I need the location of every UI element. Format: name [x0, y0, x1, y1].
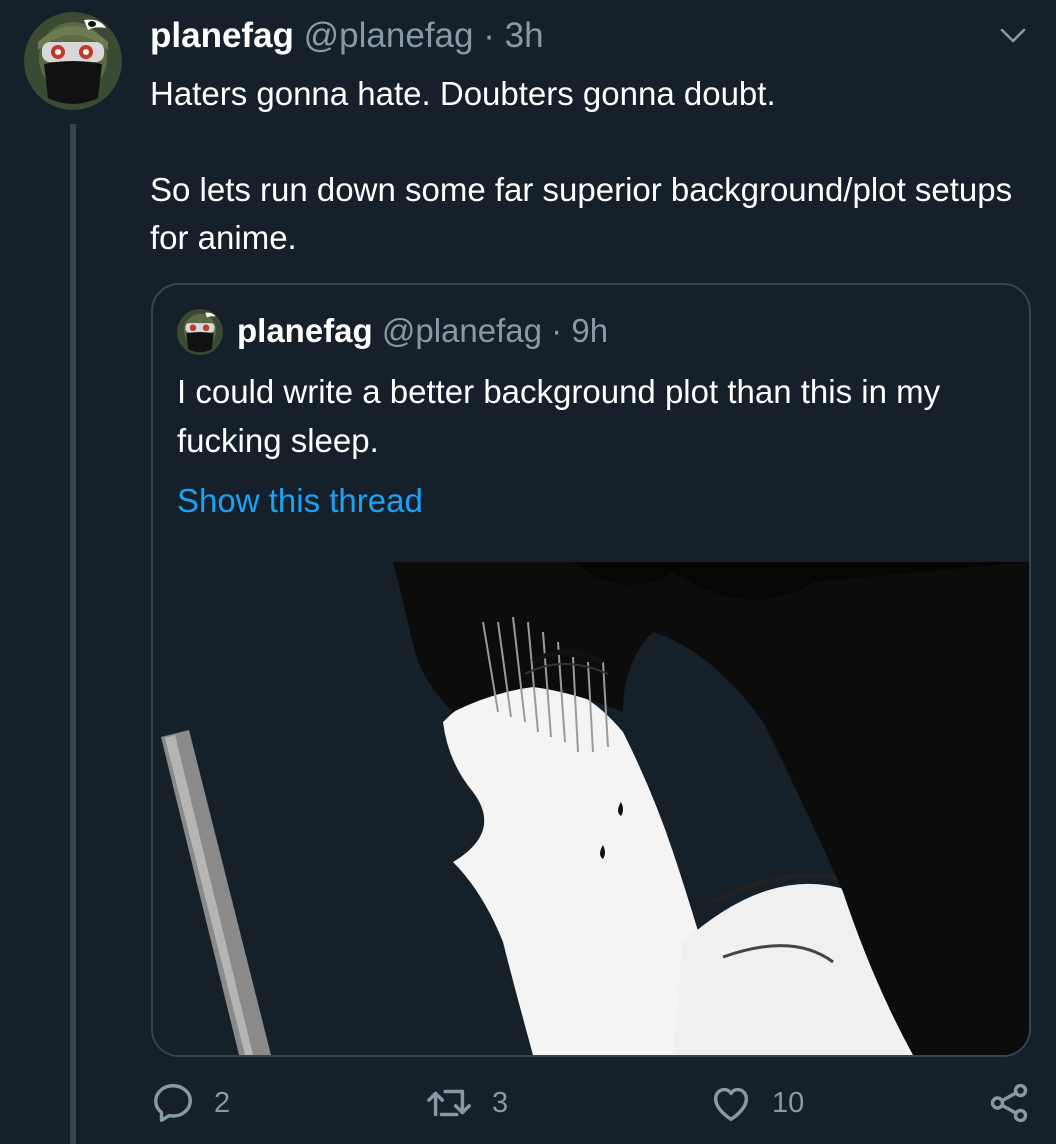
separator: ·	[483, 16, 495, 55]
display-name[interactable]: planefag	[150, 16, 294, 55]
retweet-icon	[427, 1089, 471, 1117]
reply-button[interactable]: 2	[150, 1078, 230, 1128]
tweet[interactable]: planefag @planefag · 3h Haters gonna hat…	[0, 0, 1056, 1144]
like-count: 10	[772, 1086, 805, 1119]
timestamp[interactable]: 3h	[505, 16, 544, 55]
tweet-menu-button[interactable]	[996, 18, 1030, 52]
action-bar: 2 3 10	[0, 1078, 1056, 1128]
manga-panel-image-icon	[153, 562, 1029, 1055]
quoted-timestamp[interactable]: 9h	[571, 312, 608, 349]
quoted-media-image[interactable]	[153, 562, 1029, 1055]
tweet-text-line: Haters gonna hate. Doubters gonna doubt.	[150, 75, 776, 112]
thread-line	[70, 124, 76, 1144]
share-button[interactable]	[986, 1078, 1032, 1128]
quoted-display-name[interactable]: planefag	[237, 312, 373, 349]
reply-count: 2	[214, 1086, 231, 1119]
tweet-text: Haters gonna hate. Doubters gonna doubt.…	[150, 70, 1030, 262]
quoted-tweet[interactable]: planefag @planefag · 9h I could write a …	[151, 283, 1031, 1057]
show-thread-link[interactable]: Show this thread	[177, 479, 423, 523]
quoted-separator: ·	[551, 312, 563, 349]
handle[interactable]: @planefag	[304, 16, 474, 55]
like-button[interactable]: 10	[708, 1078, 804, 1128]
reply-icon	[154, 1084, 192, 1122]
heart-icon	[713, 1087, 749, 1122]
masked-soldier-avatar-icon	[177, 309, 223, 355]
quoted-handle[interactable]: @planefag	[382, 312, 542, 349]
retweet-count: 3	[492, 1086, 509, 1119]
tweet-text-line: So lets run down some far superior backg…	[150, 171, 1013, 256]
retweet-button[interactable]: 3	[424, 1078, 508, 1128]
chevron-down-icon	[1000, 28, 1026, 43]
quoted-text: I could write a better background plot t…	[177, 373, 941, 459]
masked-soldier-avatar-icon	[24, 12, 122, 110]
tweet-header: planefag @planefag · 3h	[150, 14, 544, 58]
quoted-avatar[interactable]	[177, 309, 223, 355]
avatar[interactable]	[24, 12, 122, 110]
share-icon	[990, 1083, 1028, 1123]
quoted-header: planefag @planefag · 9h	[237, 309, 608, 353]
